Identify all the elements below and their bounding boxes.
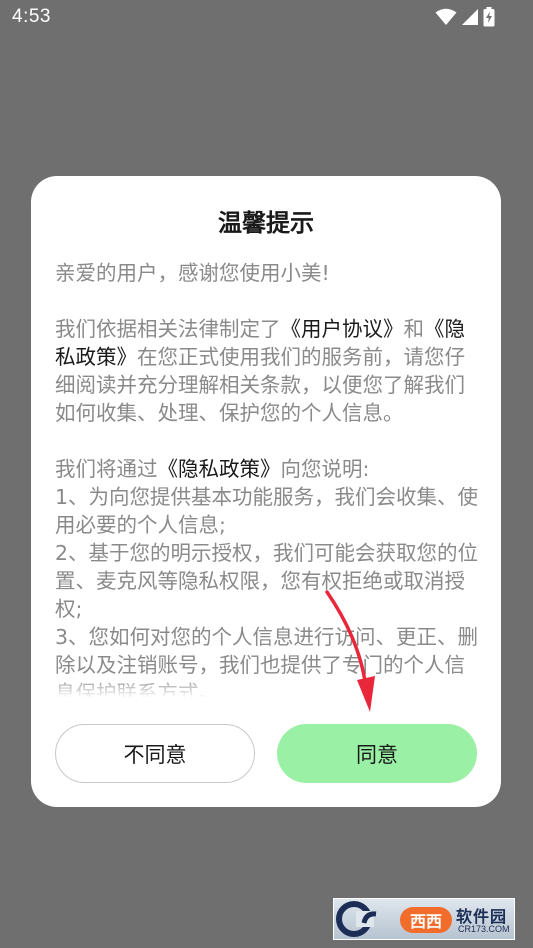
battery-charging-icon xyxy=(483,7,495,27)
watermark-sub: CR173.COM xyxy=(458,924,510,934)
user-agreement-link[interactable]: 《用户协议》 xyxy=(281,317,404,341)
list-item: 1、为向您提供基本功能服务，我们会收集、使用必要的个人信息; xyxy=(55,485,479,537)
watermark-brand: 西西 xyxy=(409,912,442,931)
watermark-brand-badge: 西西 xyxy=(400,907,452,933)
watermark-logo-icon xyxy=(336,901,377,937)
policy-intro: 我们将通过《隐私政策》向您说明: xyxy=(55,455,479,483)
cellular-signal-icon xyxy=(461,8,479,26)
policy-intro-suffix: 向您说明: xyxy=(280,457,370,481)
text-fade xyxy=(55,676,479,698)
status-icons xyxy=(435,7,495,27)
dialog-body[interactable]: 亲爱的用户，感谢您使用小美! 我们依据相关法律制定了《用户协议》和《隐私政策》在… xyxy=(55,259,479,697)
legal-paragraph: 我们依据相关法律制定了《用户协议》和《隐私政策》在您正式使用我们的服务前，请您仔… xyxy=(55,315,479,427)
privacy-policy-link-2[interactable]: 《隐私政策》 xyxy=(158,457,281,481)
disagree-button[interactable]: 不同意 xyxy=(55,724,255,783)
dialog-title: 温馨提示 xyxy=(218,209,314,237)
agree-button[interactable]: 同意 xyxy=(277,724,477,783)
list-item: 2、基于您的明示授权，我们可能会获取您的位置、麦克风等隐私权限，您有权拒绝或取消… xyxy=(55,541,479,621)
privacy-dialog: 温馨提示 亲爱的用户，感谢您使用小美! 我们依据相关法律制定了《用户协议》和《隐… xyxy=(31,176,501,807)
legal-paragraph-prefix: 我们依据相关法律制定了 xyxy=(55,317,281,341)
legal-paragraph-and: 和 xyxy=(403,317,425,341)
site-watermark: 西西 软件园 CR173.COM xyxy=(333,898,515,940)
status-bar: 4:53 xyxy=(0,0,533,36)
status-time: 4:53 xyxy=(12,6,51,27)
greeting-text: 亲爱的用户，感谢您使用小美! xyxy=(55,261,330,285)
policy-intro-prefix: 我们将通过 xyxy=(55,457,158,481)
wifi-icon xyxy=(435,8,457,26)
